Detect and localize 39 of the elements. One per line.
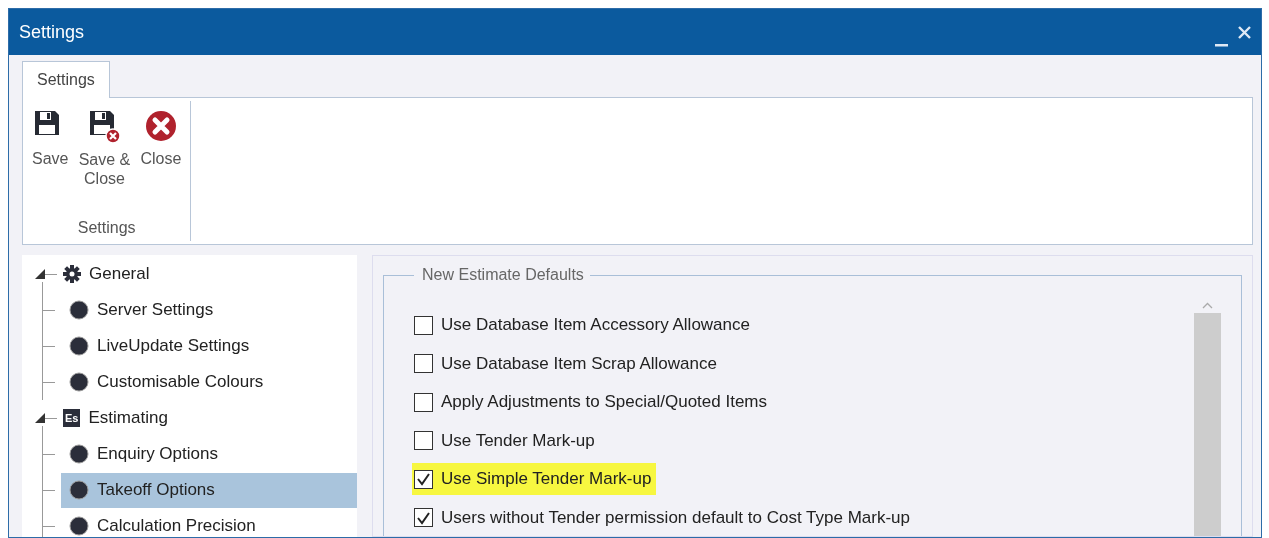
tree-item[interactable]: Calculation Precision xyxy=(61,508,357,537)
circle-icon xyxy=(69,300,89,320)
checkmark-icon xyxy=(416,472,431,487)
tree-item[interactable]: Customisable Colours xyxy=(61,364,357,400)
checkbox-option[interactable]: Apply Adjustments to Special/Quoted Items xyxy=(412,386,772,419)
circle-icon xyxy=(69,480,89,500)
scroll-up-icon xyxy=(1202,302,1213,309)
tree-item[interactable]: Enquiry Options xyxy=(61,436,357,472)
checkbox-option[interactable]: Use Database Item Accessory Allowance xyxy=(412,309,755,342)
checkbox-option[interactable]: Use Database Item Scrap Allowance xyxy=(412,347,722,380)
save-close-button[interactable]: Save & Close xyxy=(73,109,136,188)
close-button[interactable] xyxy=(1238,25,1251,39)
tree-item[interactable]: LiveUpdate Settings xyxy=(61,328,357,364)
save-button[interactable]: Save xyxy=(29,109,72,168)
circle-icon xyxy=(69,516,89,536)
expander-icon[interactable] xyxy=(35,413,45,423)
checkbox-option[interactable]: Use Simple Tender Mark-up xyxy=(412,463,657,496)
tree-item[interactable]: Es Estimating xyxy=(61,400,357,436)
group-title: New Estimate Defaults xyxy=(421,266,585,284)
ribbon-tab[interactable]: Settings xyxy=(22,61,110,98)
gear-icon xyxy=(63,265,81,283)
tree-item[interactable]: General xyxy=(61,256,357,292)
module-badge-icon: Es xyxy=(63,409,81,427)
minimize-icon xyxy=(1215,44,1228,47)
circle-icon xyxy=(69,372,89,392)
expander-icon[interactable] xyxy=(35,269,45,279)
checkbox-option[interactable]: Use Tender Mark-up xyxy=(412,424,600,457)
ribbon-group-label: Settings xyxy=(76,219,137,237)
close-button[interactable]: Close xyxy=(137,109,185,168)
floppy-disk-delete-icon xyxy=(89,111,121,144)
close-icon xyxy=(1238,25,1251,39)
circle-icon xyxy=(69,336,89,356)
window-title: Settings xyxy=(19,21,86,43)
circle-icon xyxy=(69,444,89,464)
checkmark-icon xyxy=(416,510,431,525)
close-icon xyxy=(145,111,176,141)
tree-item[interactable]: Server Settings xyxy=(61,292,357,328)
tree-item[interactable]: Takeoff Options xyxy=(61,472,357,508)
checkbox-option[interactable]: Users without Tender permission default to Cost Type Mark-up xyxy=(412,501,915,534)
